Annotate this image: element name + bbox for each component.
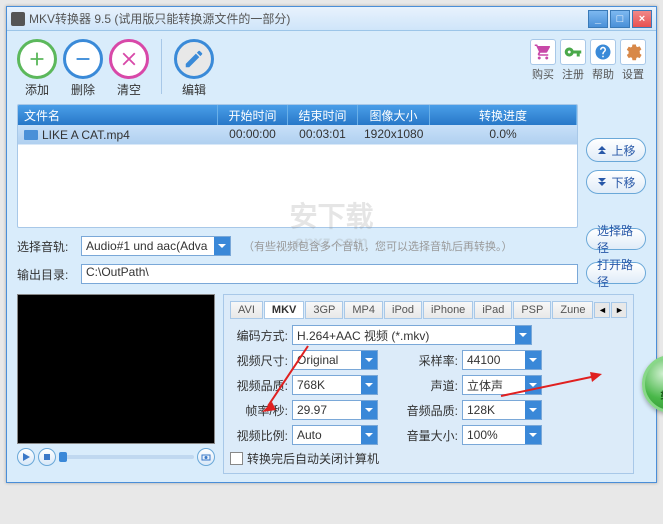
col-end[interactable]: 结束时间 <box>288 105 358 125</box>
file-table: 文件名 开始时间 结束时间 图像大小 转换进度 LIKE A CAT.mp4 0… <box>17 104 578 228</box>
chevron-down-icon <box>361 401 377 419</box>
vbit-label: 视频品质: <box>230 377 288 394</box>
chevron-down-icon <box>361 376 377 394</box>
chevron-down-icon <box>361 351 377 369</box>
maximize-button[interactable]: □ <box>610 10 630 28</box>
vratio-label: 视频比例: <box>230 427 288 444</box>
output-label: 输出目录: <box>17 266 75 283</box>
video-size-select[interactable]: Original <box>292 350 378 370</box>
video-ratio-select[interactable]: Auto <box>292 425 378 445</box>
select-path-button[interactable]: 选择路径 <box>586 228 646 250</box>
minus-icon <box>63 39 103 79</box>
key-icon <box>560 39 586 65</box>
col-progress[interactable]: 转换进度 <box>430 105 577 125</box>
snapshot-button[interactable] <box>197 448 215 466</box>
app-window: MKV转换器 9.5 (试用版只能转换源文件的一部分) _ □ × 添加 <box>6 6 657 483</box>
move-up-button[interactable]: 上移 <box>586 138 646 162</box>
col-filename[interactable]: 文件名 <box>18 105 218 125</box>
plus-icon <box>17 39 57 79</box>
titlebar: MKV转换器 9.5 (试用版只能转换源文件的一部分) _ □ × <box>7 7 656 31</box>
chevron-down-icon <box>525 376 541 394</box>
move-down-button[interactable]: 下移 <box>586 170 646 194</box>
convert-button[interactable]: 转换 <box>642 355 663 413</box>
col-start[interactable]: 开始时间 <box>218 105 288 125</box>
output-path-input[interactable]: C:\OutPath\ <box>81 264 578 284</box>
sample-rate-select[interactable]: 44100 <box>462 350 542 370</box>
audio-track-select[interactable]: Audio#1 und aac(Adva <box>81 236 231 256</box>
fps-select[interactable]: 29.97 <box>292 400 378 420</box>
chevron-down-icon <box>515 326 531 344</box>
shutdown-checkbox[interactable] <box>230 452 243 465</box>
chevron-down-icon <box>361 426 377 444</box>
video-bitrate-select[interactable]: 768K <box>292 375 378 395</box>
toolbar: 添加 删除 清空 <box>17 39 646 98</box>
double-up-icon <box>596 144 608 156</box>
open-path-button[interactable]: 打开路径 <box>586 262 646 284</box>
minimize-button[interactable]: _ <box>588 10 608 28</box>
chevron-down-icon <box>214 237 230 255</box>
tab-3gp[interactable]: 3GP <box>305 301 343 319</box>
settings-button[interactable]: 设置 <box>620 39 646 82</box>
chevron-down-icon <box>525 401 541 419</box>
divider <box>161 39 162 94</box>
add-button[interactable]: 添加 <box>17 39 57 98</box>
encoding-label: 编码方式: <box>230 327 288 344</box>
app-icon <box>11 12 25 26</box>
format-panel: AVI MKV 3GP MP4 iPod iPhone iPad PSP Zun… <box>223 294 634 474</box>
tab-mp4[interactable]: MP4 <box>344 301 383 319</box>
preview-slider[interactable] <box>59 455 194 459</box>
stop-button[interactable] <box>38 448 56 466</box>
fps-label: 帧率/秒: <box>230 402 288 419</box>
vol-label: 音量大小: <box>400 427 458 444</box>
play-button[interactable] <box>17 448 35 466</box>
edit-button[interactable]: 编辑 <box>174 39 214 98</box>
tab-zune[interactable]: Zune <box>552 301 593 319</box>
delete-button[interactable]: 删除 <box>63 39 103 98</box>
help-button[interactable]: 帮助 <box>590 39 616 82</box>
table-row[interactable]: LIKE A CAT.mp4 00:00:00 00:03:01 1920x10… <box>18 125 577 145</box>
audio-bitrate-select[interactable]: 128K <box>462 400 542 420</box>
chevron-down-icon <box>525 351 541 369</box>
clear-button[interactable]: 清空 <box>109 39 149 98</box>
x-icon <box>109 39 149 79</box>
encoding-select[interactable]: H.264+AAC 视频 (*.mkv) <box>292 325 532 345</box>
register-button[interactable]: 注册 <box>560 39 586 82</box>
format-tabs: AVI MKV 3GP MP4 iPod iPhone iPad PSP Zun… <box>230 301 627 319</box>
tab-psp[interactable]: PSP <box>513 301 551 319</box>
close-button[interactable]: × <box>632 10 652 28</box>
tab-mkv[interactable]: MKV <box>264 301 304 319</box>
shutdown-label: 转换完后自动关闭计算机 <box>247 450 379 467</box>
gear-icon <box>620 39 646 65</box>
tab-next-button[interactable]: ► <box>611 302 627 318</box>
channel-label: 声道: <box>400 377 458 394</box>
window-title: MKV转换器 9.5 (试用版只能转换源文件的一部分) <box>29 10 588 27</box>
tab-ipad[interactable]: iPad <box>474 301 512 319</box>
abit-label: 音频品质: <box>400 402 458 419</box>
buy-button[interactable]: 购买 <box>530 39 556 82</box>
volume-select[interactable]: 100% <box>462 425 542 445</box>
audio-label: 选择音轨: <box>17 238 75 255</box>
tab-ipod[interactable]: iPod <box>384 301 422 319</box>
chevron-down-icon <box>525 426 541 444</box>
tab-avi[interactable]: AVI <box>230 301 263 319</box>
file-icon <box>24 130 38 140</box>
tab-prev-button[interactable]: ◄ <box>594 302 610 318</box>
double-down-icon <box>596 176 608 188</box>
channel-select[interactable]: 立体声 <box>462 375 542 395</box>
audio-hint: （有些视频包含多个音轨，您可以选择音轨后再转换。） <box>243 238 513 254</box>
help-icon <box>590 39 616 65</box>
vsize-label: 视频尺寸: <box>230 352 288 369</box>
srate-label: 采样率: <box>400 352 458 369</box>
edit-icon <box>174 39 214 79</box>
preview-area <box>17 294 215 444</box>
tab-iphone[interactable]: iPhone <box>423 301 473 319</box>
cart-icon <box>530 39 556 65</box>
col-size[interactable]: 图像大小 <box>358 105 430 125</box>
